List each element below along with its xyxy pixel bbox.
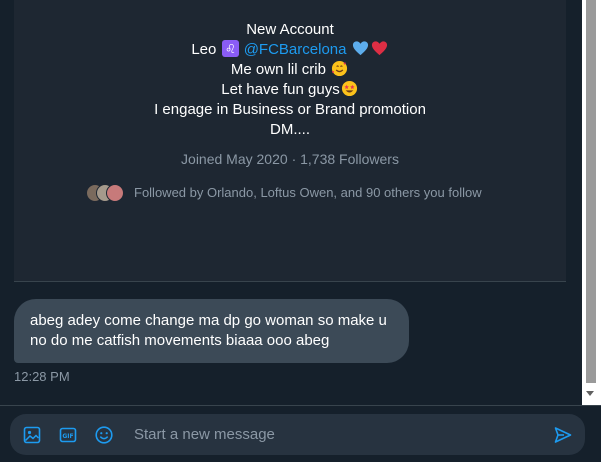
bio-line-1: New Account [246, 21, 334, 38]
bio-line-6: DM.... [270, 121, 310, 138]
profile-meta: Joined May 2020 · 1,738 Followers [14, 151, 566, 167]
message-bubble[interactable]: abeg adey come change ma dp go woman so … [14, 299, 409, 363]
bio-line-4-text: Let have fun guys [221, 81, 340, 98]
scrollbar-thumb[interactable] [586, 0, 596, 383]
bio-line-3: Me own lil crib [14, 60, 566, 80]
composer-divider [0, 405, 601, 406]
bio-line-5: I engage in Business or Brand promotion [154, 101, 426, 118]
joined-date: Joined May 2020 [181, 151, 288, 167]
message-composer: GIF [10, 414, 585, 455]
scroll-down-arrow-icon[interactable] [586, 391, 594, 396]
message-text: abeg adey come change ma dp go woman so … [30, 312, 387, 349]
bio-leo-text: Leo [191, 41, 217, 58]
dm-conversation: New Account Leo ♌ @FCBarcelona Me own li… [0, 0, 601, 462]
star-struck-emoji-icon [341, 80, 357, 97]
message-timestamp: 12:28 PM [14, 369, 70, 384]
smiling-hearts-emoji-icon [332, 60, 348, 77]
image-icon[interactable] [22, 425, 42, 445]
emoji-icon[interactable] [94, 425, 114, 445]
scrollbar[interactable] [582, 0, 601, 405]
send-icon[interactable] [553, 425, 573, 445]
followed-by-text: Followed by Orlando, Loftus Owen, and 90… [134, 184, 482, 200]
avatar [106, 184, 124, 202]
follower-avatars [86, 182, 124, 202]
profile-bio: New Account Leo ♌ @FCBarcelona Me own li… [14, 20, 566, 140]
gif-icon[interactable]: GIF [58, 425, 78, 445]
svg-text:GIF: GIF [62, 433, 73, 440]
bio-line-2: Leo ♌ @FCBarcelona [14, 40, 566, 60]
red-heart-icon [371, 41, 387, 56]
svg-text:♌: ♌ [225, 42, 236, 56]
meta-separator: · [291, 151, 297, 167]
followers-count-link[interactable]: 1,738 Followers [300, 151, 399, 167]
fcbarcelona-mention-link[interactable]: @FCBarcelona [244, 41, 347, 58]
message-input[interactable] [134, 422, 534, 447]
leo-icon: ♌ [221, 40, 239, 57]
blue-heart-icon [352, 41, 368, 56]
followed-by-row[interactable]: Followed by Orlando, Loftus Owen, and 90… [86, 182, 482, 202]
bio-line-4: Let have fun guys [14, 80, 566, 100]
profile-card[interactable]: New Account Leo ♌ @FCBarcelona Me own li… [14, 0, 566, 282]
bio-line-3-text: Me own lil crib [230, 61, 326, 78]
